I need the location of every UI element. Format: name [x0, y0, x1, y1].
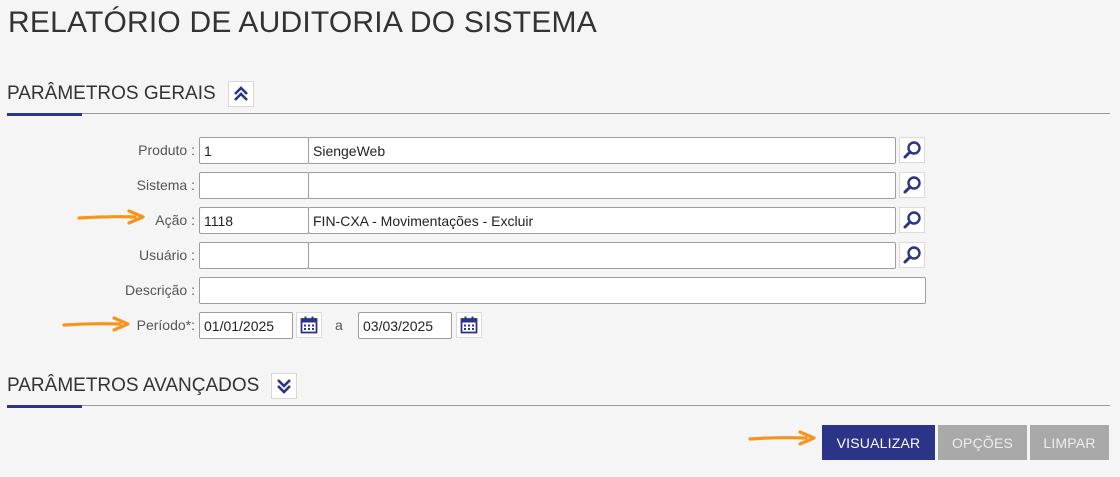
search-icon — [903, 176, 921, 194]
sistema-label: Sistema : — [136, 177, 195, 193]
sistema-search-button[interactable] — [899, 172, 925, 198]
general-params-divider — [7, 113, 1110, 117]
calendar-icon — [300, 316, 318, 334]
general-params-title: PARÂMETROS GERAIS — [7, 83, 216, 104]
advanced-params-title: PARÂMETROS AVANÇADOS — [7, 375, 260, 396]
usuario-label: Usuário : — [138, 247, 195, 263]
sistema-code-input[interactable] — [199, 172, 309, 199]
periodo-label: Período*: — [136, 317, 195, 333]
descricao-label: Descrição : — [124, 282, 195, 298]
periodo-start-input[interactable] — [199, 312, 293, 339]
acao-description-input[interactable] — [308, 207, 896, 234]
acao-code-input[interactable] — [199, 207, 309, 234]
acao-search-button[interactable] — [899, 207, 925, 233]
descricao-input[interactable] — [199, 277, 926, 304]
usuario-search-button[interactable] — [899, 242, 925, 268]
collapse-general-button[interactable] — [227, 81, 254, 107]
produto-label: Produto : — [138, 142, 195, 158]
visualizar-button[interactable]: VISUALIZAR — [822, 425, 935, 460]
limpar-button[interactable]: LIMPAR — [1030, 425, 1109, 460]
acao-label: Ação : — [155, 212, 195, 228]
usuario-description-input[interactable] — [308, 242, 896, 269]
chevron-double-down-icon — [277, 379, 292, 394]
periodo-end-input[interactable] — [358, 312, 452, 339]
page-title: RELATÓRIO DE AUDITORIA DO SISTEMA — [8, 6, 597, 39]
opcoes-button[interactable]: OPÇÕES — [938, 425, 1027, 460]
general-params-header: PARÂMETROS GERAIS — [7, 79, 1110, 109]
chevron-double-up-icon — [233, 86, 248, 101]
search-icon — [903, 141, 921, 159]
search-icon — [903, 211, 921, 229]
expand-advanced-button[interactable] — [271, 373, 298, 399]
general-params-section: PARÂMETROS GERAIS — [7, 79, 1110, 117]
usuario-code-input[interactable] — [199, 242, 309, 269]
produto-code-input[interactable] — [199, 137, 309, 164]
produto-search-button[interactable] — [899, 137, 925, 163]
sistema-description-input[interactable] — [308, 172, 896, 199]
advanced-params-header: PARÂMETROS AVANÇADOS — [7, 371, 1110, 401]
periodo-end-calendar-button[interactable] — [456, 312, 482, 338]
advanced-params-section: PARÂMETROS AVANÇADOS — [7, 371, 1110, 409]
annotation-arrow-visualizar — [748, 430, 816, 446]
search-icon — [903, 246, 921, 264]
periodo-separator: a — [335, 317, 343, 333]
advanced-params-divider — [7, 405, 1110, 409]
produto-description-input[interactable] — [308, 137, 896, 164]
calendar-icon — [460, 316, 478, 334]
periodo-start-calendar-button[interactable] — [296, 312, 322, 338]
